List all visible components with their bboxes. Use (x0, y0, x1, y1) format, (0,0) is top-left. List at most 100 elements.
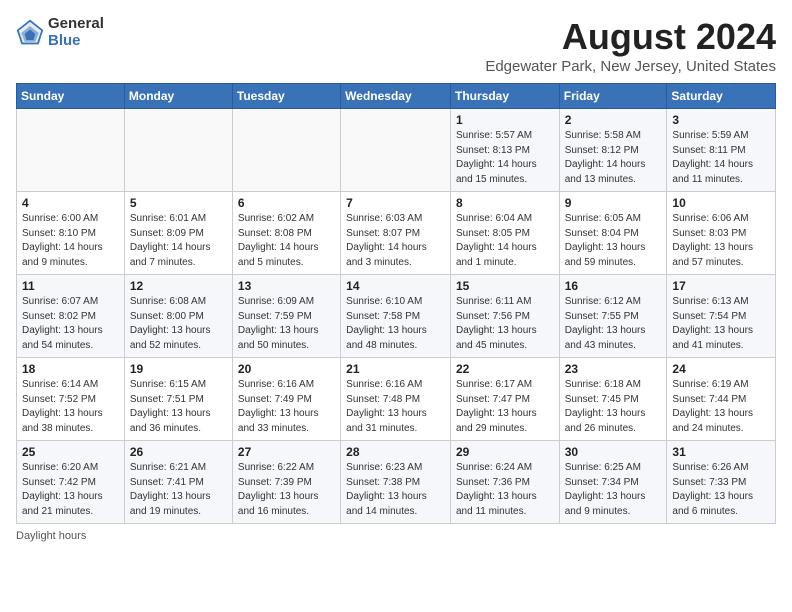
calendar-cell: 14Sunrise: 6:10 AM Sunset: 7:58 PM Dayli… (341, 275, 451, 358)
header-row: SundayMondayTuesdayWednesdayThursdayFrid… (17, 84, 776, 109)
day-info: Sunrise: 6:07 AM Sunset: 8:02 PM Dayligh… (22, 295, 119, 353)
calendar-cell (124, 109, 232, 192)
footer-note: Daylight hours (16, 530, 776, 542)
day-info: Sunrise: 6:09 AM Sunset: 7:59 PM Dayligh… (238, 295, 335, 353)
day-number: 9 (565, 196, 662, 210)
week-row-1: 1 Sunrise: 5:57 AM Sunset: 8:13 PM Daylig… (17, 109, 776, 192)
calendar-cell: 29Sunrise: 6:24 AM Sunset: 7:36 PM Dayli… (450, 441, 559, 524)
logo-blue-text: Blue (48, 33, 104, 50)
day-info: Sunrise: 6:23 AM Sunset: 7:38 PM Dayligh… (346, 461, 445, 519)
logo: General Blue (16, 16, 104, 49)
header: General Blue August 2024 Edgewater Park,… (16, 16, 776, 75)
day-number: 7 (346, 196, 445, 210)
calendar-body: 1 Sunrise: 5:57 AM Sunset: 8:13 PM Daylig… (17, 109, 776, 524)
day-number: 20 (238, 362, 335, 376)
calendar-table: SundayMondayTuesdayWednesdayThursdayFrid… (16, 83, 776, 524)
col-header-monday: Monday (124, 84, 232, 109)
day-info: Sunrise: 6:25 AM Sunset: 7:34 PM Dayligh… (565, 461, 662, 519)
day-number: 27 (238, 445, 335, 459)
page-subtitle: Edgewater Park, New Jersey, United State… (485, 58, 776, 75)
day-info: Sunrise: 6:20 AM Sunset: 7:42 PM Dayligh… (22, 461, 119, 519)
calendar-cell: 30 Sunrise: 6:25 AM Sunset: 7:34 PM Dayli… (559, 441, 667, 524)
calendar-cell (17, 109, 125, 192)
day-number: 8 (456, 196, 554, 210)
calendar-cell: 2 Sunrise: 5:58 AM Sunset: 8:12 PM Daylig… (559, 109, 667, 192)
day-number: 4 (22, 196, 119, 210)
day-info: Sunrise: 6:19 AM Sunset: 7:44 PM Dayligh… (672, 378, 770, 436)
calendar-cell: 21 Sunrise: 6:16 AM Sunset: 7:48 PM Dayli… (341, 358, 451, 441)
calendar-cell: 27 Sunrise: 6:22 AM Sunset: 7:39 PM Dayli… (232, 441, 340, 524)
week-row-4: 18Sunrise: 6:14 AM Sunset: 7:52 PM Dayli… (17, 358, 776, 441)
day-info: Sunrise: 6:06 AM Sunset: 8:03 PM Dayligh… (672, 212, 770, 270)
calendar-cell: 9 Sunrise: 6:05 AM Sunset: 8:04 PM Daylig… (559, 192, 667, 275)
calendar-cell: 25Sunrise: 6:20 AM Sunset: 7:42 PM Dayli… (17, 441, 125, 524)
calendar-cell: 13 Sunrise: 6:09 AM Sunset: 7:59 PM Dayli… (232, 275, 340, 358)
calendar-cell: 10 Sunrise: 6:06 AM Sunset: 8:03 PM Dayli… (667, 192, 776, 275)
day-number: 10 (672, 196, 770, 210)
day-info: Sunrise: 5:57 AM Sunset: 8:13 PM Dayligh… (456, 129, 554, 187)
calendar-cell (341, 109, 451, 192)
col-header-tuesday: Tuesday (232, 84, 340, 109)
calendar-cell: 18Sunrise: 6:14 AM Sunset: 7:52 PM Dayli… (17, 358, 125, 441)
day-number: 6 (238, 196, 335, 210)
calendar-header: SundayMondayTuesdayWednesdayThursdayFrid… (17, 84, 776, 109)
day-info: Sunrise: 6:03 AM Sunset: 8:07 PM Dayligh… (346, 212, 445, 270)
day-info: Sunrise: 6:02 AM Sunset: 8:08 PM Dayligh… (238, 212, 335, 270)
title-block: August 2024 Edgewater Park, New Jersey, … (485, 16, 776, 75)
calendar-cell: 16Sunrise: 6:12 AM Sunset: 7:55 PM Dayli… (559, 275, 667, 358)
calendar-cell: 23Sunrise: 6:18 AM Sunset: 7:45 PM Dayli… (559, 358, 667, 441)
day-number: 3 (672, 113, 770, 127)
day-number: 12 (130, 279, 227, 293)
day-info: Sunrise: 6:18 AM Sunset: 7:45 PM Dayligh… (565, 378, 662, 436)
day-number: 1 (456, 113, 554, 127)
day-info: Sunrise: 6:05 AM Sunset: 8:04 PM Dayligh… (565, 212, 662, 270)
col-header-friday: Friday (559, 84, 667, 109)
calendar-cell: 31 Sunrise: 6:26 AM Sunset: 7:33 PM Dayli… (667, 441, 776, 524)
day-number: 24 (672, 362, 770, 376)
calendar-cell: 28 Sunrise: 6:23 AM Sunset: 7:38 PM Dayli… (341, 441, 451, 524)
day-number: 2 (565, 113, 662, 127)
col-header-thursday: Thursday (450, 84, 559, 109)
calendar-cell: 8Sunrise: 6:04 AM Sunset: 8:05 PM Daylig… (450, 192, 559, 275)
day-info: Sunrise: 6:00 AM Sunset: 8:10 PM Dayligh… (22, 212, 119, 270)
calendar-cell: 19Sunrise: 6:15 AM Sunset: 7:51 PM Dayli… (124, 358, 232, 441)
footer-text: Daylight hours (16, 530, 86, 542)
day-number: 30 (565, 445, 662, 459)
week-row-2: 4 Sunrise: 6:00 AM Sunset: 8:10 PM Daylig… (17, 192, 776, 275)
day-number: 22 (456, 362, 554, 376)
day-number: 28 (346, 445, 445, 459)
logo-general-text: General (48, 16, 104, 33)
day-info: Sunrise: 6:12 AM Sunset: 7:55 PM Dayligh… (565, 295, 662, 353)
calendar-cell: 4 Sunrise: 6:00 AM Sunset: 8:10 PM Daylig… (17, 192, 125, 275)
col-header-sunday: Sunday (17, 84, 125, 109)
day-info: Sunrise: 5:58 AM Sunset: 8:12 PM Dayligh… (565, 129, 662, 187)
day-info: Sunrise: 6:17 AM Sunset: 7:47 PM Dayligh… (456, 378, 554, 436)
day-number: 26 (130, 445, 227, 459)
calendar-cell: 11 Sunrise: 6:07 AM Sunset: 8:02 PM Dayli… (17, 275, 125, 358)
calendar-cell: 12Sunrise: 6:08 AM Sunset: 8:00 PM Dayli… (124, 275, 232, 358)
calendar-cell: 1 Sunrise: 5:57 AM Sunset: 8:13 PM Daylig… (450, 109, 559, 192)
logo-icon (16, 19, 44, 47)
calendar-cell: 22 Sunrise: 6:17 AM Sunset: 7:47 PM Dayli… (450, 358, 559, 441)
day-info: Sunrise: 6:26 AM Sunset: 7:33 PM Dayligh… (672, 461, 770, 519)
day-info: Sunrise: 6:15 AM Sunset: 7:51 PM Dayligh… (130, 378, 227, 436)
day-number: 13 (238, 279, 335, 293)
day-number: 11 (22, 279, 119, 293)
day-info: Sunrise: 6:11 AM Sunset: 7:56 PM Dayligh… (456, 295, 554, 353)
day-info: Sunrise: 6:16 AM Sunset: 7:48 PM Dayligh… (346, 378, 445, 436)
calendar-cell: 24 Sunrise: 6:19 AM Sunset: 7:44 PM Dayli… (667, 358, 776, 441)
week-row-3: 11 Sunrise: 6:07 AM Sunset: 8:02 PM Dayli… (17, 275, 776, 358)
calendar-cell: 15Sunrise: 6:11 AM Sunset: 7:56 PM Dayli… (450, 275, 559, 358)
calendar-cell: 20Sunrise: 6:16 AM Sunset: 7:49 PM Dayli… (232, 358, 340, 441)
col-header-wednesday: Wednesday (341, 84, 451, 109)
day-number: 29 (456, 445, 554, 459)
day-number: 31 (672, 445, 770, 459)
calendar-cell: 26 Sunrise: 6:21 AM Sunset: 7:41 PM Dayli… (124, 441, 232, 524)
day-info: Sunrise: 6:22 AM Sunset: 7:39 PM Dayligh… (238, 461, 335, 519)
day-info: Sunrise: 6:21 AM Sunset: 7:41 PM Dayligh… (130, 461, 227, 519)
day-number: 5 (130, 196, 227, 210)
day-info: Sunrise: 6:13 AM Sunset: 7:54 PM Dayligh… (672, 295, 770, 353)
week-row-5: 25Sunrise: 6:20 AM Sunset: 7:42 PM Dayli… (17, 441, 776, 524)
page-title: August 2024 (485, 16, 776, 58)
day-number: 21 (346, 362, 445, 376)
